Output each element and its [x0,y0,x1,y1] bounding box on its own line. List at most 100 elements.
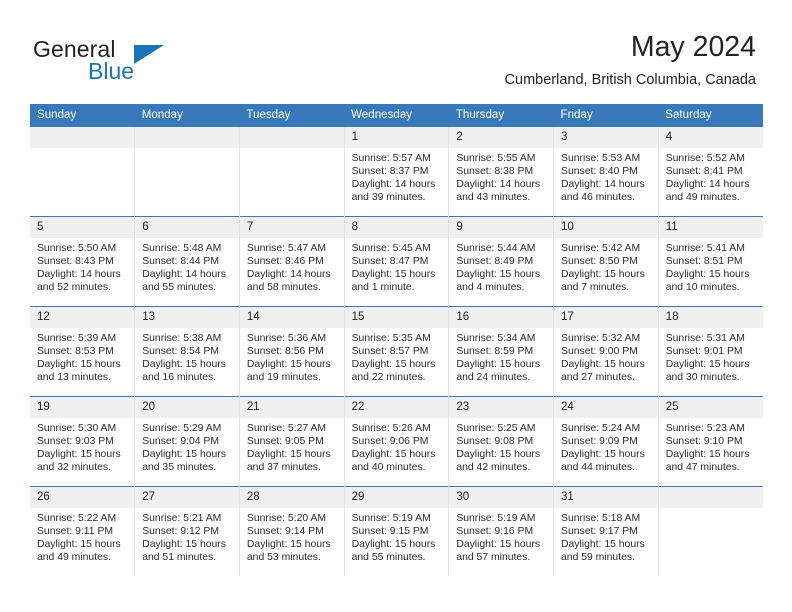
day-number: 16 [449,307,554,328]
sunrise-text: Sunrise: 5:29 AM [142,423,222,434]
calendar-day-cell[interactable]: 12 Sunrise: 5:39 AM Sunset: 8:53 PM Dayligh… [30,306,136,397]
day-number: 7 [239,217,344,238]
sunset-text: Sunset: 8:37 PM [351,166,429,178]
calendar-day-cell[interactable]: 24 Sunrise: 5:24 AM Sunset: 9:09 PM Dayligh… [553,396,659,487]
page-title: May 2024 [630,31,756,63]
calendar-body: 1 Sunrise: 5:57 AM Sunset: 8:37 PM Daylight… [30,127,763,576]
day-number [239,127,344,148]
sunrise-text: Sunrise: 5:31 AM [665,333,745,344]
calendar-day-cell[interactable]: 8 Sunrise: 5:45 AM Sunset: 8:47 PM Daylight… [344,216,450,307]
calendar-day-cell[interactable]: 6 Sunrise: 5:48 AM Sunset: 8:44 PM Daylight… [134,216,240,307]
calendar-day-cell[interactable]: 17 Sunrise: 5:32 AM Sunset: 9:00 PM Dayligh… [553,306,659,397]
calendar-day-cell[interactable]: 22 Sunrise: 5:26 AM Sunset: 9:06 PM Dayligh… [344,396,450,487]
brand-name-blue: Blue [88,58,135,84]
sunset-text: Sunset: 8:56 PM [246,346,324,358]
calendar-day-cell[interactable]: 23 Sunrise: 5:25 AM Sunset: 9:08 PM Dayligh… [448,396,555,487]
calendar-day-cell[interactable]: 9 Sunrise: 5:44 AM Sunset: 8:49 PM Daylight… [448,216,555,307]
day-details: Sunrise: 5:38 AM Sunset: 8:54 PM Daylight:… [135,328,239,384]
daylight-text: Daylight: 15 hours and 37 minutes. [246,449,331,474]
calendar-day-cell[interactable]: 27 Sunrise: 5:21 AM Sunset: 9:12 PM Dayligh… [134,486,240,576]
calendar-table: Sunday Monday Tuesday Wednesday Thursday… [30,104,763,576]
calendar-day-cell[interactable]: 4 Sunrise: 5:52 AM Sunset: 8:41 PM Daylight… [658,127,763,217]
calendar-day-cell[interactable]: 3 Sunrise: 5:53 AM Sunset: 8:40 PM Daylight… [553,127,659,217]
calendar-day-cell-empty [239,127,345,217]
calendar-day-cell[interactable]: 18 Sunrise: 5:31 AM Sunset: 9:01 PM Dayligh… [658,306,763,397]
daylight-text: Daylight: 14 hours and 52 minutes. [37,269,121,294]
daylight-text: Daylight: 15 hours and 4 minutes. [456,269,541,294]
calendar-day-cell[interactable]: 20 Sunrise: 5:29 AM Sunset: 9:04 PM Dayligh… [134,396,240,487]
calendar-week-row: 19 Sunrise: 5:30 AM Sunset: 9:03 PM Dayligh… [30,396,763,487]
day-number: 8 [344,217,449,238]
sunrise-text: Sunrise: 5:30 AM [37,423,117,434]
sunrise-text: Sunrise: 5:23 AM [665,423,745,434]
day-details: Sunrise: 5:42 AM Sunset: 8:50 PM Daylight:… [554,238,658,294]
calendar-day-cell[interactable]: 29 Sunrise: 5:19 AM Sunset: 9:15 PM Dayligh… [344,486,450,576]
daylight-text: Daylight: 15 hours and 44 minutes. [561,449,645,474]
calendar-day-cell[interactable]: 26 Sunrise: 5:22 AM Sunset: 9:11 PM Dayligh… [30,486,136,576]
calendar-day-cell[interactable]: 28 Sunrise: 5:20 AM Sunset: 9:14 PM Dayligh… [239,486,345,576]
calendar-page: General Blue May 2024 Cumberland, Britis… [0,0,792,612]
calendar-day-cell[interactable]: 15 Sunrise: 5:35 AM Sunset: 8:57 PM Dayligh… [344,306,450,397]
day-number: 31 [554,487,658,508]
calendar-day-cell[interactable]: 21 Sunrise: 5:27 AM Sunset: 9:05 PM Dayligh… [239,396,345,487]
daylight-text: Daylight: 15 hours and 42 minutes. [456,449,541,474]
daylight-text: Daylight: 14 hours and 39 minutes. [351,179,436,204]
sunrise-text: Sunrise: 5:39 AM [37,333,117,344]
day-number: 12 [30,307,135,328]
sunrise-text: Sunrise: 5:32 AM [561,333,641,344]
day-number: 3 [554,127,658,148]
calendar-day-cell[interactable]: 16 Sunrise: 5:34 AM Sunset: 8:59 PM Dayligh… [448,306,555,397]
day-details: Sunrise: 5:31 AM Sunset: 9:01 PM Daylight:… [659,328,763,384]
calendar-day-cell[interactable]: 5 Sunrise: 5:50 AM Sunset: 8:43 PM Daylight… [30,216,136,307]
calendar-day-cell[interactable]: 25 Sunrise: 5:23 AM Sunset: 9:10 PM Dayligh… [658,396,763,487]
sunrise-text: Sunrise: 5:52 AM [665,153,745,164]
calendar-week-row: 12 Sunrise: 5:39 AM Sunset: 8:53 PM Dayligh… [30,306,763,397]
calendar-day-cell[interactable]: 1 Sunrise: 5:57 AM Sunset: 8:37 PM Daylight… [344,127,450,217]
sunrise-text: Sunrise: 5:57 AM [351,153,431,164]
calendar-day-cell[interactable]: 14 Sunrise: 5:36 AM Sunset: 8:56 PM Dayligh… [239,306,345,397]
day-details: Sunrise: 5:29 AM Sunset: 9:04 PM Daylight:… [135,418,239,474]
sunset-text: Sunset: 9:14 PM [246,526,324,538]
page-header: General Blue May 2024 Cumberland, Britis… [0,0,792,104]
day-number: 28 [239,487,344,508]
sunrise-text: Sunrise: 5:42 AM [561,243,641,254]
daylight-text: Daylight: 15 hours and 30 minutes. [665,359,750,384]
sunset-text: Sunset: 8:49 PM [456,256,534,268]
sunset-text: Sunset: 8:40 PM [561,166,638,178]
daylight-text: Daylight: 15 hours and 49 minutes. [37,539,121,564]
daylight-text: Daylight: 15 hours and 27 minutes. [561,359,645,384]
day-number [30,127,135,148]
day-number: 2 [449,127,554,148]
daylight-text: Daylight: 15 hours and 24 minutes. [456,359,541,384]
daylight-text: Daylight: 15 hours and 53 minutes. [246,539,331,564]
calendar-grid: Sunday Monday Tuesday Wednesday Thursday… [30,104,763,576]
sunset-text: Sunset: 9:03 PM [37,436,114,448]
calendar-week-row: 1 Sunrise: 5:57 AM Sunset: 8:37 PM Daylight… [30,127,763,217]
calendar-day-cell[interactable]: 10 Sunrise: 5:42 AM Sunset: 8:50 PM Dayligh… [553,216,659,307]
day-number: 26 [30,487,135,508]
day-details: Sunrise: 5:44 AM Sunset: 8:49 PM Daylight:… [449,238,553,294]
day-details: Sunrise: 5:45 AM Sunset: 8:47 PM Daylight:… [345,238,449,294]
day-details: Sunrise: 5:39 AM Sunset: 8:53 PM Daylight:… [30,328,134,384]
day-details: Sunrise: 5:35 AM Sunset: 8:57 PM Daylight:… [345,328,449,384]
weekday-header-friday: Friday [553,104,659,127]
sunrise-text: Sunrise: 5:38 AM [142,333,222,344]
calendar-day-cell[interactable]: 11 Sunrise: 5:41 AM Sunset: 8:51 PM Dayligh… [658,216,763,307]
calendar-day-cell[interactable]: 2 Sunrise: 5:55 AM Sunset: 8:38 PM Daylight… [448,127,555,217]
sunrise-text: Sunrise: 5:36 AM [246,333,327,344]
daylight-text: Daylight: 14 hours and 49 minutes. [665,179,750,204]
calendar-day-cell[interactable]: 30 Sunrise: 5:19 AM Sunset: 9:16 PM Dayligh… [448,486,555,576]
calendar-day-cell[interactable]: 19 Sunrise: 5:30 AM Sunset: 9:03 PM Dayligh… [30,396,136,487]
day-number [658,487,763,508]
day-number: 13 [135,307,239,328]
calendar-day-cell[interactable]: 7 Sunrise: 5:47 AM Sunset: 8:46 PM Daylight… [239,216,345,307]
day-details: Sunrise: 5:53 AM Sunset: 8:40 PM Daylight:… [554,148,658,204]
daylight-text: Daylight: 15 hours and 57 minutes. [456,539,541,564]
day-number: 24 [554,397,658,418]
sunrise-text: Sunrise: 5:19 AM [351,513,431,524]
calendar-day-cell[interactable]: 13 Sunrise: 5:38 AM Sunset: 8:54 PM Dayligh… [134,306,240,397]
sunset-text: Sunset: 8:47 PM [351,256,429,268]
sunset-text: Sunset: 8:59 PM [456,346,534,358]
calendar-day-cell[interactable]: 31 Sunrise: 5:18 AM Sunset: 9:17 PM Dayligh… [553,486,659,576]
brand-logo[interactable]: General Blue [33,36,233,86]
